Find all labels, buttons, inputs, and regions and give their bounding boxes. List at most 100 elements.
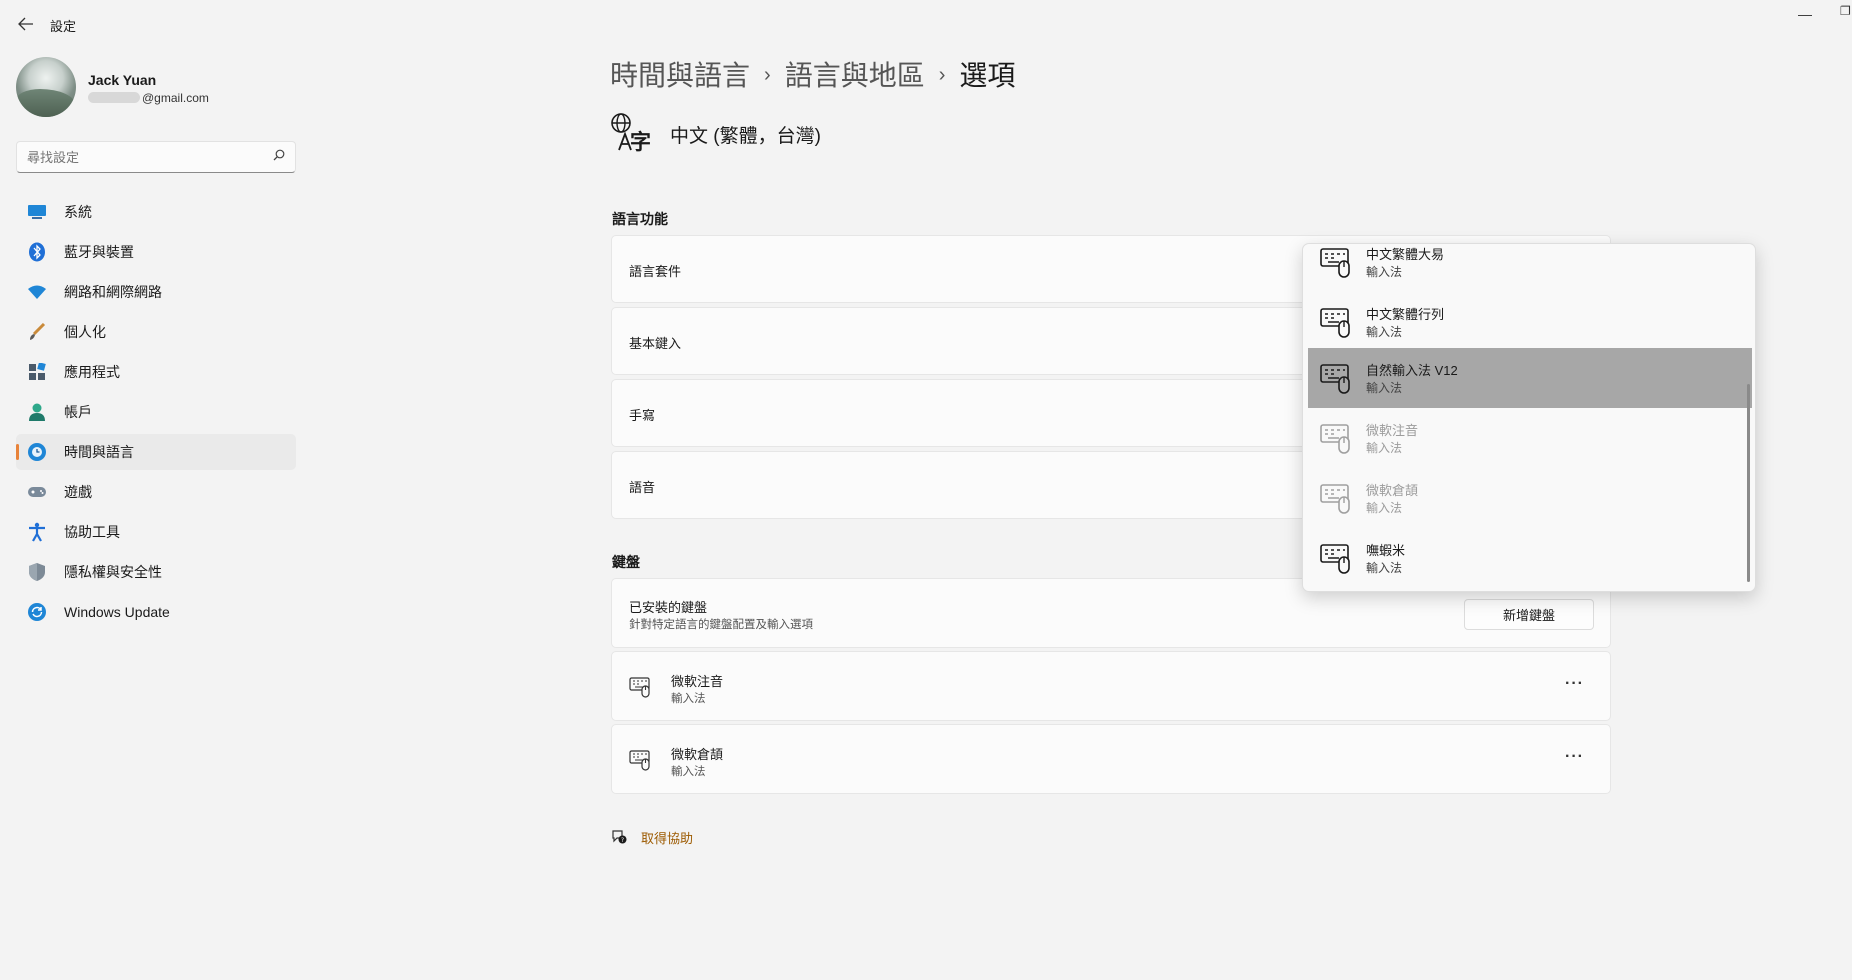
keyboard-icon (629, 749, 653, 771)
flyout-item-changjie: 微軟倉頡 輸入法 (1308, 468, 1752, 528)
sidebar-item-time-language[interactable]: 時間與語言 (16, 434, 296, 470)
sidebar-item-accounts[interactable]: 帳戶 (16, 394, 296, 430)
sidebar-item-windows-update[interactable]: Windows Update (16, 594, 296, 630)
email-suffix: @gmail.com (142, 91, 209, 105)
globe-clock-icon (26, 441, 48, 463)
keyboard-item: 微軟倉頡 輸入法 ··· (611, 724, 1611, 794)
restore-button[interactable]: ❐ (1840, 4, 1852, 24)
keyboard-picker-flyout: 中文繁體大易 輸入法 中文繁體行列 輸入法 自然輸入法 V12 輸入法 微軟注音… (1302, 243, 1756, 592)
back-arrow-icon[interactable] (14, 12, 38, 36)
flyout-item-type: 輸入法 (1366, 441, 1403, 455)
app-title: 設定 (50, 19, 77, 34)
sidebar-item-system[interactable]: 系統 (16, 194, 296, 230)
flyout-item-name: 嘸蝦米 (1366, 543, 1406, 558)
keyboard-item: 微軟注音 輸入法 ··· (611, 651, 1611, 721)
sidebar-item-network[interactable]: 網路和網際網路 (16, 274, 296, 310)
more-options-button[interactable]: ··· (1565, 748, 1584, 766)
user-email: @gmail.com (88, 91, 209, 105)
breadcrumb-separator: › (764, 64, 771, 86)
system-display-icon (26, 201, 48, 223)
sidebar-item-label: 應用程式 (64, 364, 120, 380)
keyboard-type: 輸入法 (671, 766, 706, 778)
flyout-item-natural-v12[interactable]: 自然輸入法 V12 輸入法 (1308, 348, 1752, 408)
breadcrumb-separator: › (938, 64, 946, 86)
flyout-item-type: 輸入法 (1366, 381, 1403, 395)
sidebar-item-label: 帳戶 (64, 404, 92, 420)
keyboard-icon (1320, 246, 1354, 278)
search-box[interactable] (16, 141, 296, 173)
shield-icon (26, 561, 48, 583)
sidebar-item-label: 藍牙與裝置 (64, 244, 134, 260)
svg-text:?: ? (621, 837, 624, 844)
sidebar-item-label: 個人化 (64, 324, 106, 340)
flyout-item-bopomofo: 微軟注音 輸入法 (1308, 408, 1752, 468)
row-label: 手寫 (629, 408, 656, 423)
keyboard-type: 輸入法 (671, 693, 706, 705)
get-help-link[interactable]: 取得協助 (641, 828, 693, 847)
keyboard-icon (1320, 482, 1354, 514)
section-keyboard: 鍵盤 (612, 554, 640, 570)
keyboard-icon (1320, 542, 1354, 574)
windows-update-icon (26, 601, 48, 623)
sidebar-item-label: 隱私權與安全性 (64, 564, 162, 580)
flyout-scrollbar[interactable] (1747, 384, 1750, 582)
keyboard-icon (1320, 362, 1354, 394)
keyboard-name: 微軟注音 (671, 674, 724, 689)
minimize-button[interactable]: — (1795, 6, 1815, 26)
flyout-item-name: 中文繁體大易 (1366, 247, 1445, 262)
apps-icon (26, 361, 48, 383)
sidebar-item-bluetooth[interactable]: 藍牙與裝置 (16, 234, 296, 270)
breadcrumb-language-region[interactable]: 語言與地區 (785, 60, 925, 91)
flyout-item-type: 輸入法 (1366, 265, 1403, 279)
sidebar-item-label: 網路和網際網路 (64, 284, 162, 300)
add-keyboard-button[interactable]: 新增鍵盤 (1464, 599, 1594, 630)
flyout-item-name: 微軟注音 (1366, 423, 1419, 438)
flyout-item-name: 微軟倉頡 (1366, 483, 1419, 498)
wifi-icon (26, 281, 48, 303)
flyout-item-type: 輸入法 (1366, 325, 1403, 339)
email-redaction (88, 92, 140, 103)
sidebar-item-gaming[interactable]: 遊戲 (16, 474, 296, 510)
sidebar-item-label: 系統 (64, 204, 92, 220)
search-icon[interactable] (273, 149, 285, 164)
sidebar-item-apps[interactable]: 應用程式 (16, 354, 296, 390)
flyout-item-dayi[interactable]: 中文繁體大易 輸入法 (1308, 244, 1752, 292)
keyboard-icon (1320, 422, 1354, 454)
paintbrush-icon (26, 321, 48, 343)
sidebar-item-label: Windows Update (64, 604, 170, 620)
flyout-item-array[interactable]: 中文繁體行列 輸入法 (1308, 292, 1752, 352)
row-label: 語音 (629, 480, 656, 495)
sidebar-item-accessibility[interactable]: 協助工具 (16, 514, 296, 550)
bluetooth-icon (26, 241, 48, 263)
flyout-item-boshiamy[interactable]: 嘸蝦米 輸入法 (1308, 528, 1752, 588)
language-icon: 字 (610, 112, 652, 154)
sidebar-item-label: 協助工具 (64, 524, 120, 540)
sidebar-item-privacy[interactable]: 隱私權與安全性 (16, 554, 296, 590)
installed-keyboards-title: 已安裝的鍵盤 (629, 600, 708, 615)
breadcrumb-time-language[interactable]: 時間與語言 (610, 60, 750, 91)
breadcrumb: 時間與語言 › 語言與地區 › 選項 (610, 54, 1015, 94)
row-label: 語言套件 (629, 264, 682, 279)
flyout-item-type: 輸入法 (1366, 561, 1403, 575)
language-icon-glyph: 字 (630, 131, 651, 154)
keyboard-name: 微軟倉頡 (671, 747, 724, 762)
keyboard-icon (1320, 306, 1354, 338)
breadcrumb-current: 選項 (959, 60, 1016, 91)
more-options-button[interactable]: ··· (1565, 675, 1584, 693)
search-input[interactable] (27, 148, 257, 166)
avatar[interactable] (16, 57, 76, 117)
sidebar-item-personalization[interactable]: 個人化 (16, 314, 296, 350)
gamepad-icon (26, 481, 48, 503)
row-label: 基本鍵入 (629, 336, 682, 351)
sidebar-nav: 系統 藍牙與裝置 網路和網際網路 個人化 應用程式 帳戶 時間與語言 遊戲 協助… (16, 194, 296, 634)
accessibility-icon (26, 521, 48, 543)
get-help[interactable]: ? 取得協助 (611, 825, 693, 849)
section-language-features: 語言功能 (612, 211, 668, 227)
flyout-item-type: 輸入法 (1366, 501, 1403, 515)
keyboard-icon (629, 676, 653, 698)
flyout-item-name: 中文繁體行列 (1366, 307, 1445, 322)
flyout-item-name: 自然輸入法 V12 (1366, 363, 1458, 378)
sidebar-item-label: 時間與語言 (64, 444, 134, 460)
installed-keyboards-subtitle: 針對特定語言的鍵盤配置及輸入選項 (629, 619, 813, 631)
language-title: 中文 (繁體，台灣) (670, 126, 821, 147)
